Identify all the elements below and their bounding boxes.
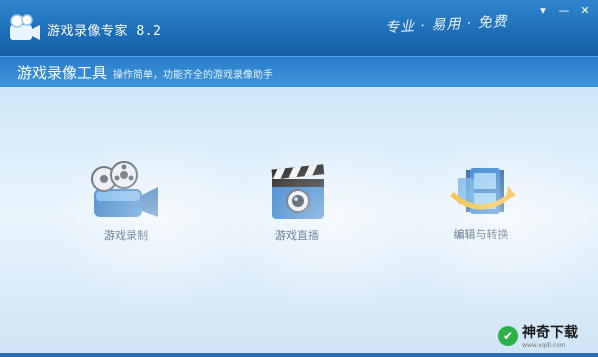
minimize-button[interactable]: — xyxy=(555,3,573,17)
glow xyxy=(222,133,442,313)
page-subtitle: 操作简单，功能齐全的游戏录像助手 xyxy=(113,70,273,81)
glow xyxy=(396,134,598,314)
header-bar: 游戏录像工具 操作简单，功能齐全的游戏录像助手 xyxy=(0,56,598,87)
glow xyxy=(46,131,266,311)
bottom-border xyxy=(0,353,598,357)
app-logo-icon xyxy=(10,14,40,40)
camera-recorder-icon xyxy=(91,161,158,217)
edit-convert-button[interactable]: 编辑与转换 xyxy=(396,134,598,314)
film-convert-icon xyxy=(450,168,516,214)
app-window: 游戏录像专家 8.2 专业 · 易用 · 免费 ▾ — ✕ 游戏录像工具 操作简… xyxy=(0,0,598,357)
title-bar[interactable]: 游戏录像专家 8.2 专业 · 易用 · 免费 ▾ — ✕ xyxy=(0,0,598,56)
close-button[interactable]: ✕ xyxy=(576,3,594,17)
watermark: ✔ 神奇下载 www.xqdl.com xyxy=(498,322,578,349)
record-game-label: 游戏录制 xyxy=(104,229,148,242)
window-title: 游戏录像专家 8.2 xyxy=(47,24,162,39)
watermark-url: www.xqdl.com xyxy=(522,342,566,349)
page-title: 游戏录像工具 xyxy=(17,64,108,82)
leaf-icon: ✔ xyxy=(498,325,518,346)
clapperboard-icon xyxy=(271,164,325,219)
record-game-button[interactable]: 游戏录制 xyxy=(46,131,266,311)
watermark-text: 神奇下载 xyxy=(522,325,578,341)
live-stream-label: 游戏直播 xyxy=(275,229,319,242)
live-stream-button[interactable]: 游戏直播 xyxy=(222,133,442,313)
menu-button[interactable]: ▾ xyxy=(534,3,552,17)
edit-convert-label: 编辑与转换 xyxy=(453,228,509,241)
slogan: 专业 · 易用 · 免费 xyxy=(385,13,509,37)
